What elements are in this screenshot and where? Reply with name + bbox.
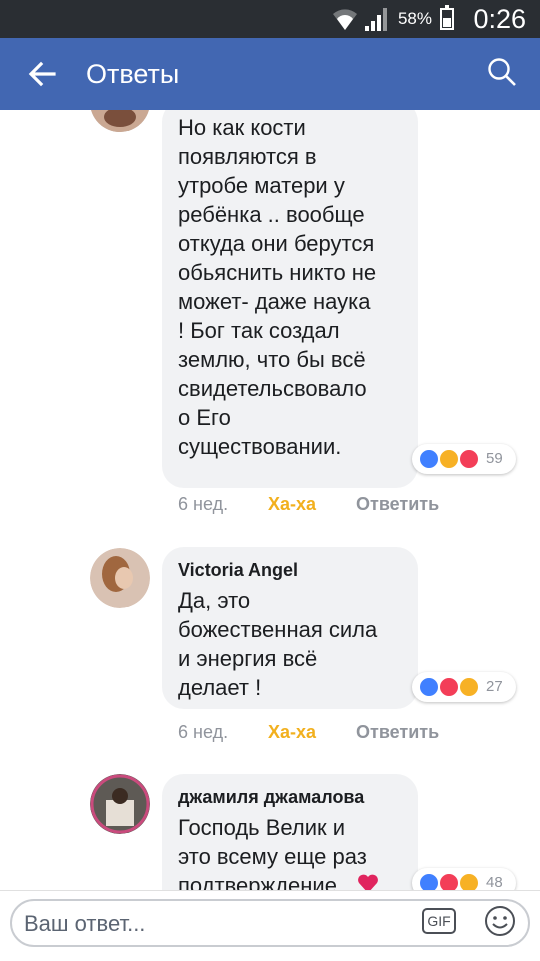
- love-reaction-icon: [438, 872, 460, 890]
- like-reaction-icon: [418, 676, 440, 698]
- avatar[interactable]: [90, 774, 150, 834]
- like-reaction-icon: [418, 872, 440, 890]
- reaction-count: 48: [486, 874, 503, 890]
- reaction-count: 27: [486, 678, 503, 695]
- haha-link[interactable]: Ха-ха: [268, 722, 316, 743]
- heart-emoji: [357, 874, 379, 890]
- comment-time: 6 нед.: [178, 722, 229, 742]
- reaction-summary[interactable]: 48: [412, 868, 516, 890]
- reply-link[interactable]: Ответить: [356, 722, 439, 743]
- arrow-left-icon[interactable]: [24, 56, 60, 92]
- reaction-count: 59: [486, 450, 503, 467]
- comment-time: 6 нед.: [178, 494, 229, 514]
- avatar[interactable]: [90, 548, 150, 608]
- reply-link[interactable]: Ответить: [356, 494, 439, 515]
- comment-text: Но как кости появляются в утробе матери …: [178, 115, 377, 459]
- smiley-icon[interactable]: [484, 905, 516, 937]
- haha-reaction-icon: [458, 676, 480, 698]
- battery-percent: 58%: [397, 9, 432, 28]
- battery-icon: [440, 5, 454, 30]
- gif-button[interactable]: GIF: [422, 908, 456, 934]
- signal-icon: [365, 8, 387, 31]
- avatar[interactable]: [90, 110, 150, 132]
- clock: 0:26: [473, 4, 526, 34]
- reply-placeholder: Ваш ответ...: [24, 911, 146, 936]
- reaction-summary[interactable]: 59: [412, 444, 516, 474]
- love-reaction-icon: [458, 448, 480, 470]
- comment-feed[interactable]: Но как кости появляются в утробе матери …: [0, 110, 540, 890]
- search-icon[interactable]: [486, 56, 518, 88]
- wifi-icon: [333, 9, 357, 30]
- app-bar: Ответы: [0, 38, 540, 110]
- haha-link[interactable]: Ха-ха: [268, 494, 316, 515]
- love-reaction-icon: [438, 676, 460, 698]
- comment-text: Да, это божественная сила и энергия всё …: [178, 588, 378, 700]
- page-title: Ответы: [86, 59, 180, 89]
- haha-reaction-icon: [458, 872, 480, 890]
- like-reaction-icon: [418, 448, 440, 470]
- status-bar: 58% 0:26: [0, 0, 540, 38]
- reply-composer: Ваш ответ... GIF: [0, 890, 540, 961]
- haha-reaction-icon: [438, 448, 460, 470]
- reaction-summary[interactable]: 27: [412, 672, 516, 702]
- comment-author[interactable]: Victoria Angel: [178, 560, 298, 581]
- comment-author[interactable]: джамиля джамалова: [178, 787, 364, 808]
